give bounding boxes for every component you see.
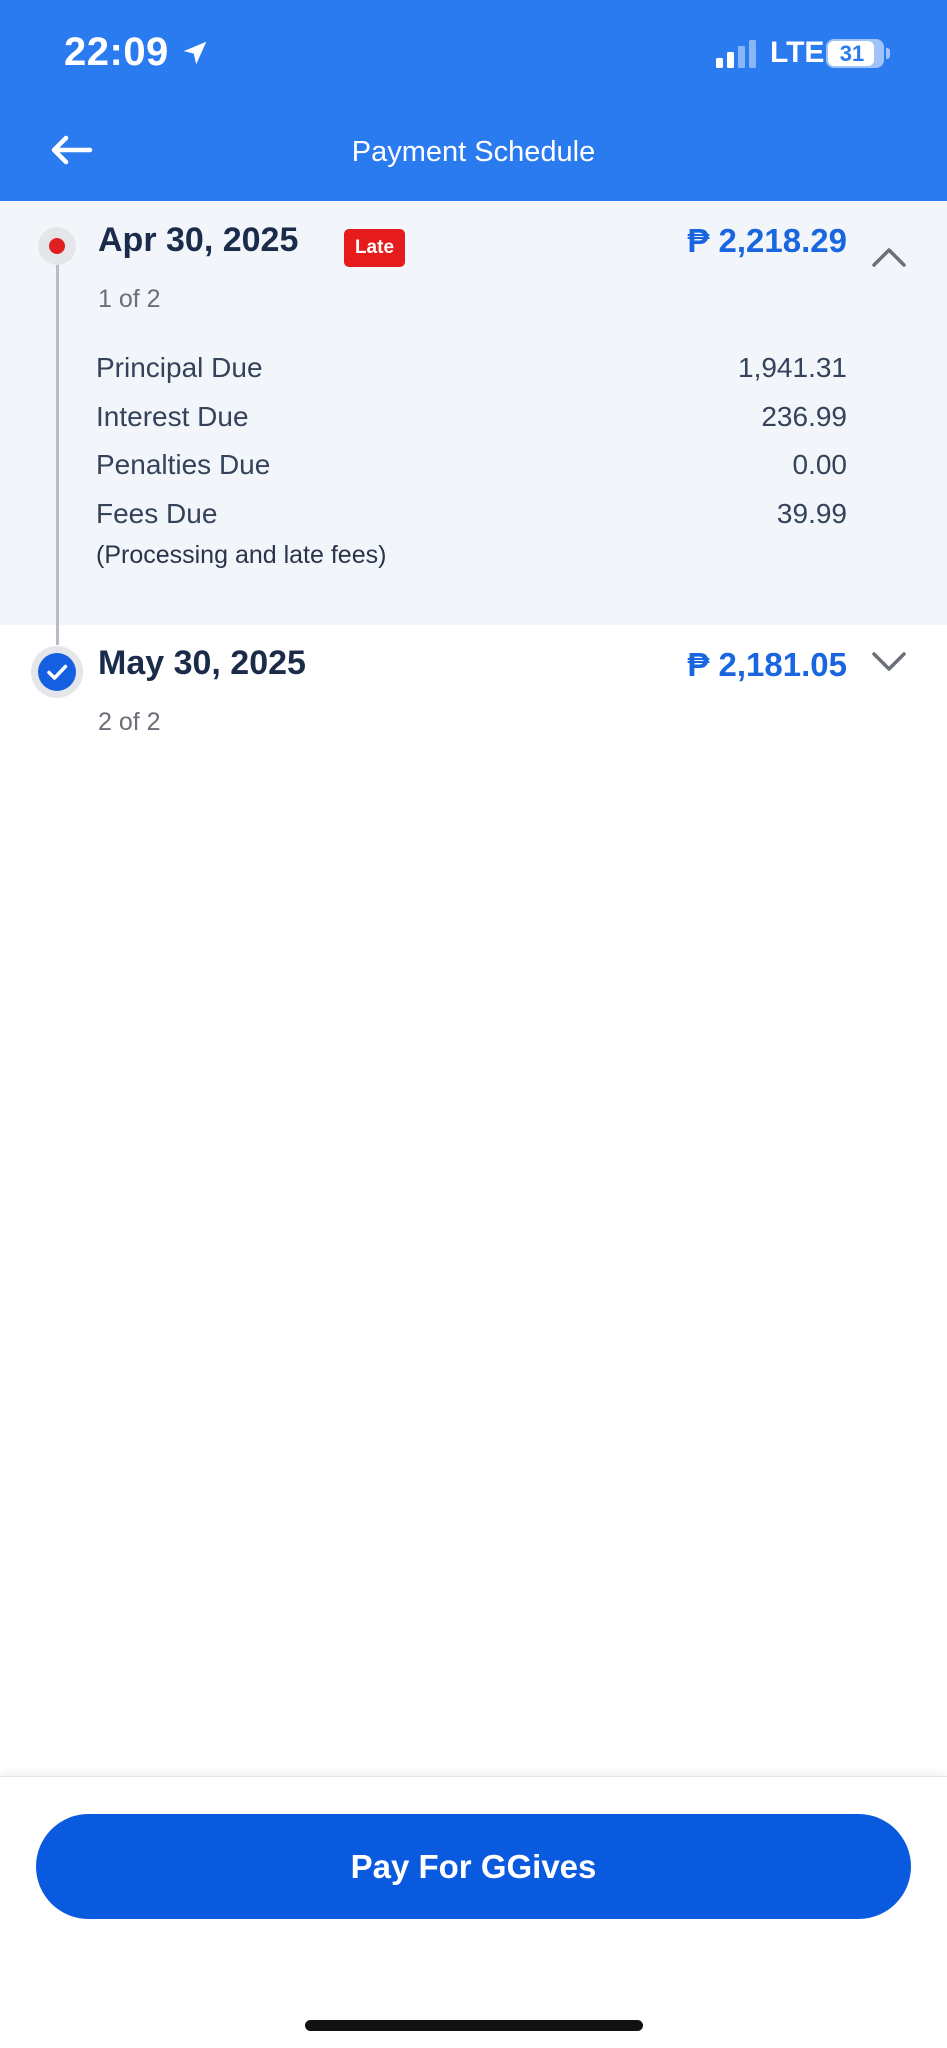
battery-level: 31 — [839, 41, 865, 66]
timeline-line — [56, 245, 59, 645]
fees-note: (Processing and late fees) — [96, 541, 387, 569]
paid-status-dot — [31, 646, 83, 698]
home-indicator[interactable] — [305, 2020, 643, 2031]
header: 22:09 LTE 31 Payment Schedule — [0, 0, 947, 201]
signal-icon — [716, 40, 756, 68]
installment-position: 1 of 2 — [98, 285, 161, 313]
installment-position: 2 of 2 — [98, 708, 161, 736]
late-badge: Late — [344, 229, 405, 267]
principal-due-value: 1,941.31 — [738, 352, 847, 383]
page-title: Payment Schedule — [351, 136, 596, 168]
fees-due-label: Fees Due — [96, 498, 218, 529]
interest-due-value: 236.99 — [761, 401, 847, 432]
penalties-due-label: Penalties Due — [96, 449, 271, 480]
check-icon — [47, 664, 68, 680]
installment-amount: ₱ 2,218.29 — [687, 222, 847, 259]
location-arrow-icon — [183, 41, 207, 65]
battery-nub — [886, 48, 890, 59]
late-status-dot — [38, 227, 76, 265]
chevron-down-icon[interactable] — [870, 650, 908, 674]
installment-date[interactable]: May 30, 2025 — [98, 644, 306, 683]
status-time: 22:09 — [64, 30, 169, 74]
principal-due-label: Principal Due — [96, 352, 263, 383]
installment-amount: ₱ 2,181.05 — [687, 646, 847, 683]
chevron-up-icon[interactable] — [870, 245, 908, 269]
installment-date[interactable]: Apr 30, 2025 — [98, 221, 298, 260]
penalties-due-value: 0.00 — [792, 449, 848, 480]
fees-due-value: 39.99 — [776, 498, 847, 529]
network-type: LTE — [770, 36, 825, 69]
interest-due-label: Interest Due — [96, 401, 249, 432]
battery-icon: 31 — [826, 39, 884, 68]
pay-button[interactable]: Pay For GGives — [36, 1814, 911, 1919]
